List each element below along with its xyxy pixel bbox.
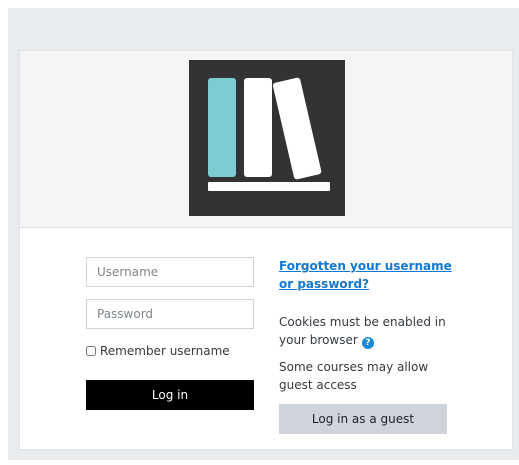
books-logo-icon [208, 77, 330, 191]
login-help-column: Forgotten your username or password? Coo… [279, 257, 459, 394]
login-page: Remember username Log in Forgotten your … [0, 0, 519, 465]
forgot-password-link[interactable]: Forgotten your username or password? [279, 257, 457, 293]
password-input[interactable] [86, 299, 254, 329]
username-input[interactable] [86, 257, 254, 287]
login-as-guest-button[interactable]: Log in as a guest [279, 404, 447, 434]
login-card: Remember username Log in Forgotten your … [19, 50, 513, 450]
login-button[interactable]: Log in [86, 380, 254, 410]
cookies-notice: Cookies must be enabled in your browser? [279, 313, 449, 349]
remember-username-label: Remember username [100, 344, 230, 358]
guest-access-text: Some courses may allow guest access [279, 360, 429, 392]
login-card-header [20, 51, 512, 228]
site-logo [189, 60, 345, 216]
remember-username-control[interactable]: Remember username [86, 341, 230, 361]
question-circle-icon[interactable]: ? [361, 337, 374, 349]
remember-username-checkbox[interactable] [86, 346, 96, 356]
